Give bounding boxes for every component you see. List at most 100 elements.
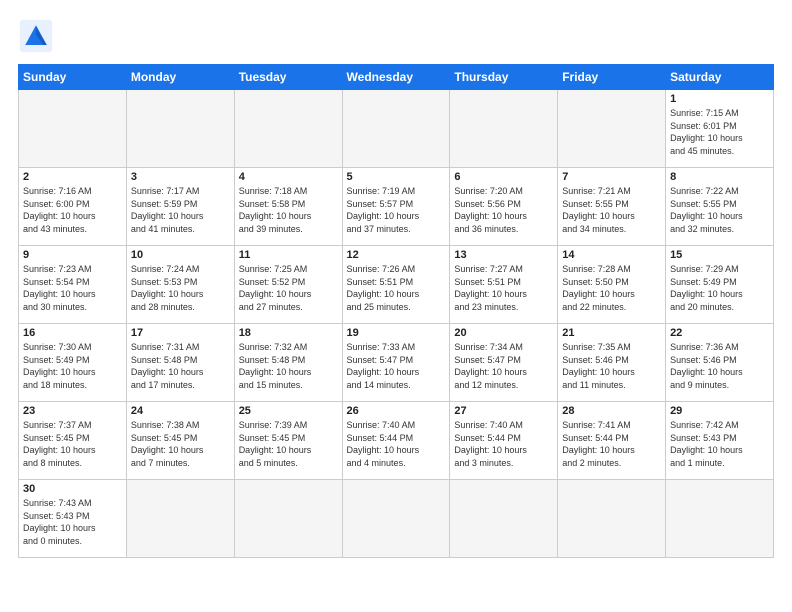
week-row-1: 1Sunrise: 7:15 AM Sunset: 6:01 PM Daylig… [19, 90, 774, 168]
day-number: 23 [23, 405, 122, 417]
week-row-2: 2Sunrise: 7:16 AM Sunset: 6:00 PM Daylig… [19, 168, 774, 246]
calendar-cell: 24 Sunrise: 7:38 AM Sunset: 5:45 PM Dayli… [126, 402, 234, 480]
weekday-header-wednesday: Wednesday [342, 65, 450, 90]
weekday-header-row: SundayMondayTuesdayWednesdayThursdayFrid… [19, 65, 774, 90]
calendar-cell: 13 Sunrise: 7:27 AM Sunset: 5:51 PM Dayli… [450, 246, 558, 324]
calendar-cell: 17 Sunrise: 7:31 AM Sunset: 5:48 PM Dayli… [126, 324, 234, 402]
logo-icon [18, 18, 54, 54]
weekday-header-tuesday: Tuesday [234, 65, 342, 90]
calendar-cell [126, 90, 234, 168]
day-info: Sunrise: 7:23 AM Sunset: 5:54 PM Dayligh… [23, 263, 122, 313]
calendar-cell: 9 Sunrise: 7:23 AM Sunset: 5:54 PM Daylig… [19, 246, 127, 324]
day-info: Sunrise: 7:40 AM Sunset: 5:44 PM Dayligh… [347, 419, 446, 469]
calendar-cell [126, 480, 234, 558]
day-info: Sunrise: 7:34 AM Sunset: 5:47 PM Dayligh… [454, 341, 553, 391]
day-number: 17 [131, 327, 230, 339]
day-number: 12 [347, 249, 446, 261]
day-info: Sunrise: 7:36 AM Sunset: 5:46 PM Dayligh… [670, 341, 769, 391]
day-info: Sunrise: 7:41 AM Sunset: 5:44 PM Dayligh… [562, 419, 661, 469]
calendar-cell: 7 Sunrise: 7:21 AM Sunset: 5:55 PM Daylig… [558, 168, 666, 246]
calendar-cell [342, 480, 450, 558]
day-info: Sunrise: 7:43 AM Sunset: 5:43 PM Dayligh… [23, 497, 122, 547]
day-info: Sunrise: 7:30 AM Sunset: 5:49 PM Dayligh… [23, 341, 122, 391]
calendar-cell: 28 Sunrise: 7:41 AM Sunset: 5:44 PM Dayli… [558, 402, 666, 480]
calendar-cell [450, 480, 558, 558]
day-number: 3 [131, 171, 230, 183]
day-info: Sunrise: 7:29 AM Sunset: 5:49 PM Dayligh… [670, 263, 769, 313]
week-row-4: 16 Sunrise: 7:30 AM Sunset: 5:49 PM Dayli… [19, 324, 774, 402]
calendar-cell: 16 Sunrise: 7:30 AM Sunset: 5:49 PM Dayli… [19, 324, 127, 402]
week-row-5: 23 Sunrise: 7:37 AM Sunset: 5:45 PM Dayli… [19, 402, 774, 480]
day-info: Sunrise: 7:33 AM Sunset: 5:47 PM Dayligh… [347, 341, 446, 391]
day-info: Sunrise: 7:28 AM Sunset: 5:50 PM Dayligh… [562, 263, 661, 313]
calendar-cell [558, 90, 666, 168]
calendar-cell: 8 Sunrise: 7:22 AM Sunset: 5:55 PM Daylig… [666, 168, 774, 246]
header [18, 18, 774, 54]
weekday-header-thursday: Thursday [450, 65, 558, 90]
calendar-cell: 20 Sunrise: 7:34 AM Sunset: 5:47 PM Dayli… [450, 324, 558, 402]
calendar-cell: 25 Sunrise: 7:39 AM Sunset: 5:45 PM Dayli… [234, 402, 342, 480]
calendar-cell: 15 Sunrise: 7:29 AM Sunset: 5:49 PM Dayli… [666, 246, 774, 324]
day-info: Sunrise: 7:31 AM Sunset: 5:48 PM Dayligh… [131, 341, 230, 391]
calendar-cell [666, 480, 774, 558]
day-info: Sunrise: 7:42 AM Sunset: 5:43 PM Dayligh… [670, 419, 769, 469]
day-number: 14 [562, 249, 661, 261]
calendar-body: 1Sunrise: 7:15 AM Sunset: 6:01 PM Daylig… [19, 90, 774, 558]
calendar-cell: 10Sunrise: 7:24 AM Sunset: 5:53 PM Dayli… [126, 246, 234, 324]
calendar-table: SundayMondayTuesdayWednesdayThursdayFrid… [18, 64, 774, 558]
day-info: Sunrise: 7:20 AM Sunset: 5:56 PM Dayligh… [454, 185, 553, 235]
calendar-cell: 14 Sunrise: 7:28 AM Sunset: 5:50 PM Dayli… [558, 246, 666, 324]
calendar-cell: 11 Sunrise: 7:25 AM Sunset: 5:52 PM Dayli… [234, 246, 342, 324]
calendar-cell [234, 90, 342, 168]
day-info: Sunrise: 7:25 AM Sunset: 5:52 PM Dayligh… [239, 263, 338, 313]
day-number: 13 [454, 249, 553, 261]
calendar-cell: 1Sunrise: 7:15 AM Sunset: 6:01 PM Daylig… [666, 90, 774, 168]
day-info: Sunrise: 7:18 AM Sunset: 5:58 PM Dayligh… [239, 185, 338, 235]
day-number: 2 [23, 171, 122, 183]
calendar-cell [234, 480, 342, 558]
day-number: 26 [347, 405, 446, 417]
day-number: 15 [670, 249, 769, 261]
day-info: Sunrise: 7:37 AM Sunset: 5:45 PM Dayligh… [23, 419, 122, 469]
calendar-cell [558, 480, 666, 558]
day-number: 24 [131, 405, 230, 417]
day-info: Sunrise: 7:27 AM Sunset: 5:51 PM Dayligh… [454, 263, 553, 313]
calendar-cell: 5 Sunrise: 7:19 AM Sunset: 5:57 PM Daylig… [342, 168, 450, 246]
calendar-cell: 6 Sunrise: 7:20 AM Sunset: 5:56 PM Daylig… [450, 168, 558, 246]
day-info: Sunrise: 7:39 AM Sunset: 5:45 PM Dayligh… [239, 419, 338, 469]
day-info: Sunrise: 7:32 AM Sunset: 5:48 PM Dayligh… [239, 341, 338, 391]
logo [18, 18, 60, 54]
day-number: 25 [239, 405, 338, 417]
day-number: 5 [347, 171, 446, 183]
day-info: Sunrise: 7:38 AM Sunset: 5:45 PM Dayligh… [131, 419, 230, 469]
calendar-cell: 19Sunrise: 7:33 AM Sunset: 5:47 PM Dayli… [342, 324, 450, 402]
day-number: 8 [670, 171, 769, 183]
calendar-cell: 12 Sunrise: 7:26 AM Sunset: 5:51 PM Dayli… [342, 246, 450, 324]
day-number: 22 [670, 327, 769, 339]
day-number: 28 [562, 405, 661, 417]
day-number: 30 [23, 483, 122, 495]
page: SundayMondayTuesdayWednesdayThursdayFrid… [0, 0, 792, 612]
day-info: Sunrise: 7:22 AM Sunset: 5:55 PM Dayligh… [670, 185, 769, 235]
day-number: 10 [131, 249, 230, 261]
calendar-cell [19, 90, 127, 168]
day-info: Sunrise: 7:21 AM Sunset: 5:55 PM Dayligh… [562, 185, 661, 235]
day-number: 11 [239, 249, 338, 261]
weekday-header-saturday: Saturday [666, 65, 774, 90]
week-row-3: 9 Sunrise: 7:23 AM Sunset: 5:54 PM Daylig… [19, 246, 774, 324]
calendar-cell: 30 Sunrise: 7:43 AM Sunset: 5:43 PM Dayli… [19, 480, 127, 558]
week-row-6: 30 Sunrise: 7:43 AM Sunset: 5:43 PM Dayli… [19, 480, 774, 558]
day-number: 7 [562, 171, 661, 183]
weekday-header-friday: Friday [558, 65, 666, 90]
day-number: 16 [23, 327, 122, 339]
day-number: 20 [454, 327, 553, 339]
day-info: Sunrise: 7:26 AM Sunset: 5:51 PM Dayligh… [347, 263, 446, 313]
calendar-cell: 22 Sunrise: 7:36 AM Sunset: 5:46 PM Dayli… [666, 324, 774, 402]
calendar-cell: 23 Sunrise: 7:37 AM Sunset: 5:45 PM Dayli… [19, 402, 127, 480]
day-number: 6 [454, 171, 553, 183]
weekday-header-sunday: Sunday [19, 65, 127, 90]
day-info: Sunrise: 7:19 AM Sunset: 5:57 PM Dayligh… [347, 185, 446, 235]
day-number: 9 [23, 249, 122, 261]
calendar-cell: 29Sunrise: 7:42 AM Sunset: 5:43 PM Dayli… [666, 402, 774, 480]
day-number: 1 [670, 93, 769, 105]
